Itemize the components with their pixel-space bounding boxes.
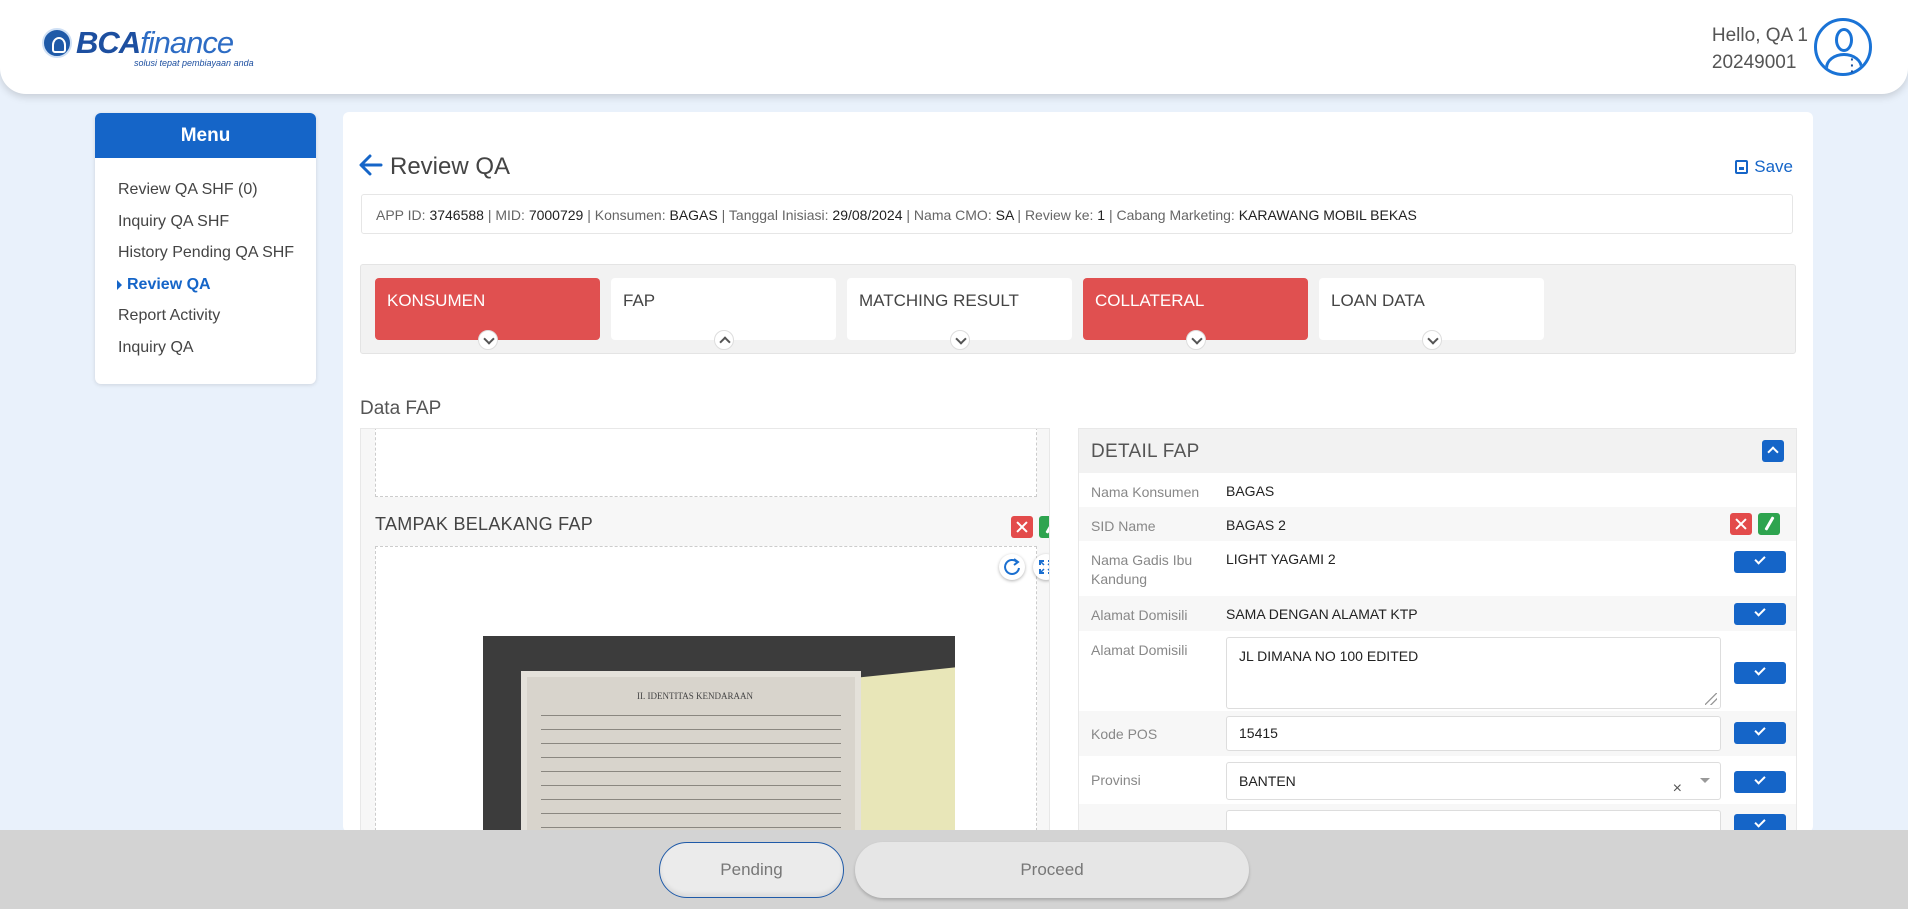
alamat-domisili-value: SAMA DENGAN ALAMAT KTP [1226, 606, 1418, 622]
tab-matching-result[interactable]: MATCHING RESULT [847, 278, 1072, 350]
nama-konsumen-value: BAGAS [1226, 483, 1275, 499]
row-next [1079, 804, 1796, 831]
menu-item-review-qa[interactable]: Review QA [117, 275, 316, 307]
user-info: Hello, QA 1 20249001 [1712, 22, 1808, 76]
document-heading: II. IDENTITAS KENDARAAN [637, 691, 754, 701]
konsumen: BAGAS [669, 207, 718, 223]
user-avatar[interactable] [1814, 18, 1872, 76]
row-alamat-domisili-2: Alamat Domisili JL DIMANA NO 100 EDITED [1079, 631, 1796, 711]
provinsi-select[interactable]: BANTEN × [1226, 762, 1721, 800]
delete-image-button[interactable] [1011, 516, 1033, 538]
approve-provinsi-button[interactable] [1734, 771, 1786, 793]
bca-emblem-icon [42, 28, 72, 58]
chevron-down-icon[interactable] [1422, 330, 1442, 350]
section-title: Data FAP [360, 398, 442, 419]
chevron-down-icon[interactable] [478, 330, 498, 350]
user-id: 20249001 [1711, 52, 1797, 73]
proceed-button[interactable]: Proceed [855, 842, 1249, 898]
reject-sid-name-button[interactable] [1730, 513, 1752, 535]
edit-image-button[interactable] [1039, 516, 1049, 538]
chevron-up-icon[interactable] [714, 330, 734, 350]
action-footer: Pending Proceed [0, 830, 1908, 909]
menu-item-history-pending-qa-shf[interactable]: History Pending QA SHF [118, 243, 316, 275]
review-ke: 1 [1097, 207, 1106, 223]
tab-fap[interactable]: FAP [611, 278, 836, 350]
menu-item-inquiry-qa[interactable]: Inquiry QA [118, 338, 316, 370]
alamat-domisili-textarea[interactable]: JL DIMANA NO 100 EDITED [1226, 637, 1721, 709]
save-icon [1735, 160, 1749, 174]
next-field[interactable] [1226, 810, 1721, 831]
approve-alamat-domisili-button[interactable] [1734, 603, 1786, 625]
logo-brand-thin: finance [140, 25, 234, 60]
logo-brand-bold: BCA [76, 25, 141, 60]
tanggal-inisiasi: 29/08/2024 [832, 207, 903, 223]
logo-tagline: solusi tepat pembiayaan anda [134, 58, 254, 68]
cabang-marketing: KARAWANG MOBIL BEKAS [1238, 207, 1417, 223]
rotate-icon[interactable] [999, 554, 1025, 580]
nama-cmo: SA [995, 207, 1014, 223]
sid-name-value: BAGAS 2 [1226, 517, 1286, 533]
top-header: BCAfinance solusi tepat pembiayaan anda … [0, 0, 1908, 94]
save-button[interactable]: Save [1735, 157, 1793, 177]
bca-finance-logo: BCAfinance solusi tepat pembiayaan anda [42, 25, 254, 68]
app-id: 3746588 [429, 207, 484, 223]
fullscreen-icon[interactable] [1033, 554, 1050, 580]
mid: 7000729 [528, 207, 584, 223]
caret-down-icon[interactable] [1700, 778, 1710, 783]
side-menu: Menu Review QA SHF (0) Inquiry QA SHF Hi… [95, 113, 316, 384]
chevron-down-icon[interactable] [1186, 330, 1206, 350]
nama-gadis-value: LIGHT YAGAMI 2 [1226, 551, 1336, 567]
tampak-belakang-title: TAMPAK BELAKANG FAP [375, 514, 594, 534]
chevron-down-icon[interactable] [950, 330, 970, 350]
main-content: Review QA Save APP ID: 3746588 | MID: 70… [343, 112, 1813, 832]
detail-fap-title: DETAIL FAP [1091, 441, 1200, 462]
application-info-bar: APP ID: 3746588 | MID: 7000729 | Konsume… [361, 194, 1793, 234]
resize-handle-icon[interactable] [1705, 693, 1717, 705]
page-title: Review QA [390, 153, 511, 180]
tab-konsumen[interactable]: KONSUMEN [375, 278, 600, 350]
menu-title: Menu [95, 113, 316, 158]
vehicle-document-photo: II. IDENTITAS KENDARAAN [483, 636, 955, 831]
row-alamat-domisili-1: Alamat Domisili SAMA DENGAN ALAMAT KTP [1079, 596, 1796, 631]
row-nama-gadis-ibu-kandung: Nama Gadis Ibu Kandung LIGHT YAGAMI 2 [1079, 541, 1796, 596]
tab-loan-data[interactable]: LOAN DATA [1319, 278, 1544, 350]
save-label: Save [1754, 157, 1793, 176]
edit-sid-name-button[interactable] [1758, 513, 1780, 535]
review-tabs: KONSUMEN FAP MATCHING RESULT COLLATERAL … [360, 264, 1796, 354]
fap-back-image-box: II. IDENTITAS KENDARAAN [375, 546, 1049, 831]
pending-button[interactable]: Pending [659, 842, 844, 898]
row-kode-pos: Kode POS 15415 [1079, 711, 1796, 756]
row-sid-name: SID Name BAGAS 2 [1079, 507, 1796, 541]
detail-fap-panel: DETAIL FAP Nama Konsumen BAGAS SID Name … [1078, 428, 1797, 832]
clear-icon[interactable]: × [1673, 771, 1682, 807]
fap-image-panel: TAMPAK BELAKANG FAP II. IDENTITAS KENDAR… [360, 428, 1050, 832]
approve-kode-pos-button[interactable] [1734, 722, 1786, 744]
row-provinsi: Provinsi BANTEN × [1079, 756, 1796, 804]
approve-nama-gadis-button[interactable] [1734, 551, 1786, 573]
approve-alamat-edited-button[interactable] [1734, 662, 1786, 684]
kode-pos-input[interactable]: 15415 [1226, 716, 1721, 751]
menu-item-report-activity[interactable]: Report Activity [118, 306, 316, 338]
tab-collateral[interactable]: COLLATERAL [1083, 278, 1308, 350]
fap-front-image-box [375, 429, 1037, 497]
menu-item-inquiry-qa-shf[interactable]: Inquiry QA SHF [118, 212, 316, 244]
back-arrow-icon[interactable] [359, 154, 383, 176]
chevron-up-icon[interactable] [1762, 440, 1784, 462]
menu-item-review-qa-shf[interactable]: Review QA SHF (0) [118, 180, 316, 212]
user-greeting: Hello, QA 1 [1711, 25, 1808, 46]
row-nama-konsumen: Nama Konsumen BAGAS [1091, 483, 1275, 500]
more-options-icon[interactable]: · · · [1850, 52, 1862, 78]
